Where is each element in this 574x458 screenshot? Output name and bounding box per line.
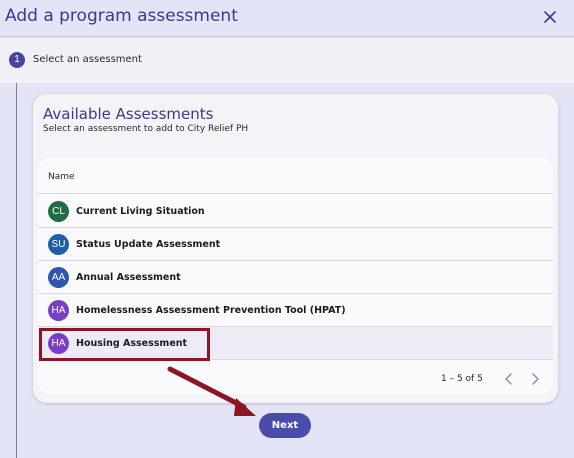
selection-highlight-box [39,328,210,361]
chevron-right-icon[interactable] [529,372,541,386]
next-button[interactable]: Next [259,413,311,438]
avatar: CL [48,201,69,222]
pagination-range: 1 – 5 of 5 [441,374,483,384]
dialog-header: Add a program assessment [0,0,574,37]
avatar: SU [48,234,69,255]
row-label: Homelessness Assessment Prevention Tool … [76,305,346,316]
chevron-left-icon[interactable] [503,372,515,386]
table-row[interactable]: HA Homelessness Assessment Prevention To… [38,294,553,327]
close-icon[interactable] [541,8,559,26]
table-row[interactable]: AA Annual Assessment [38,261,553,294]
stepper: 1 Select an assessment [0,38,574,83]
avatar: AA [48,267,69,288]
row-label: Annual Assessment [76,272,181,283]
table-row[interactable]: CL Current Living Situation [38,195,553,228]
step-label: Select an assessment [33,54,142,65]
step-number-badge: 1 [9,52,25,68]
card-title: Available Assessments [43,105,214,123]
avatar: HA [48,300,69,321]
row-label: Current Living Situation [76,206,205,217]
column-header-name[interactable]: Name [48,172,75,182]
dialog-title: Add a program assessment [5,6,238,26]
table-header: Name [38,158,553,194]
stepper-connector-line [16,83,17,458]
card-subtitle: Select an assessment to add to City Reli… [43,124,249,134]
table-row[interactable]: SU Status Update Assessment [38,228,553,261]
row-label: Status Update Assessment [76,239,221,250]
